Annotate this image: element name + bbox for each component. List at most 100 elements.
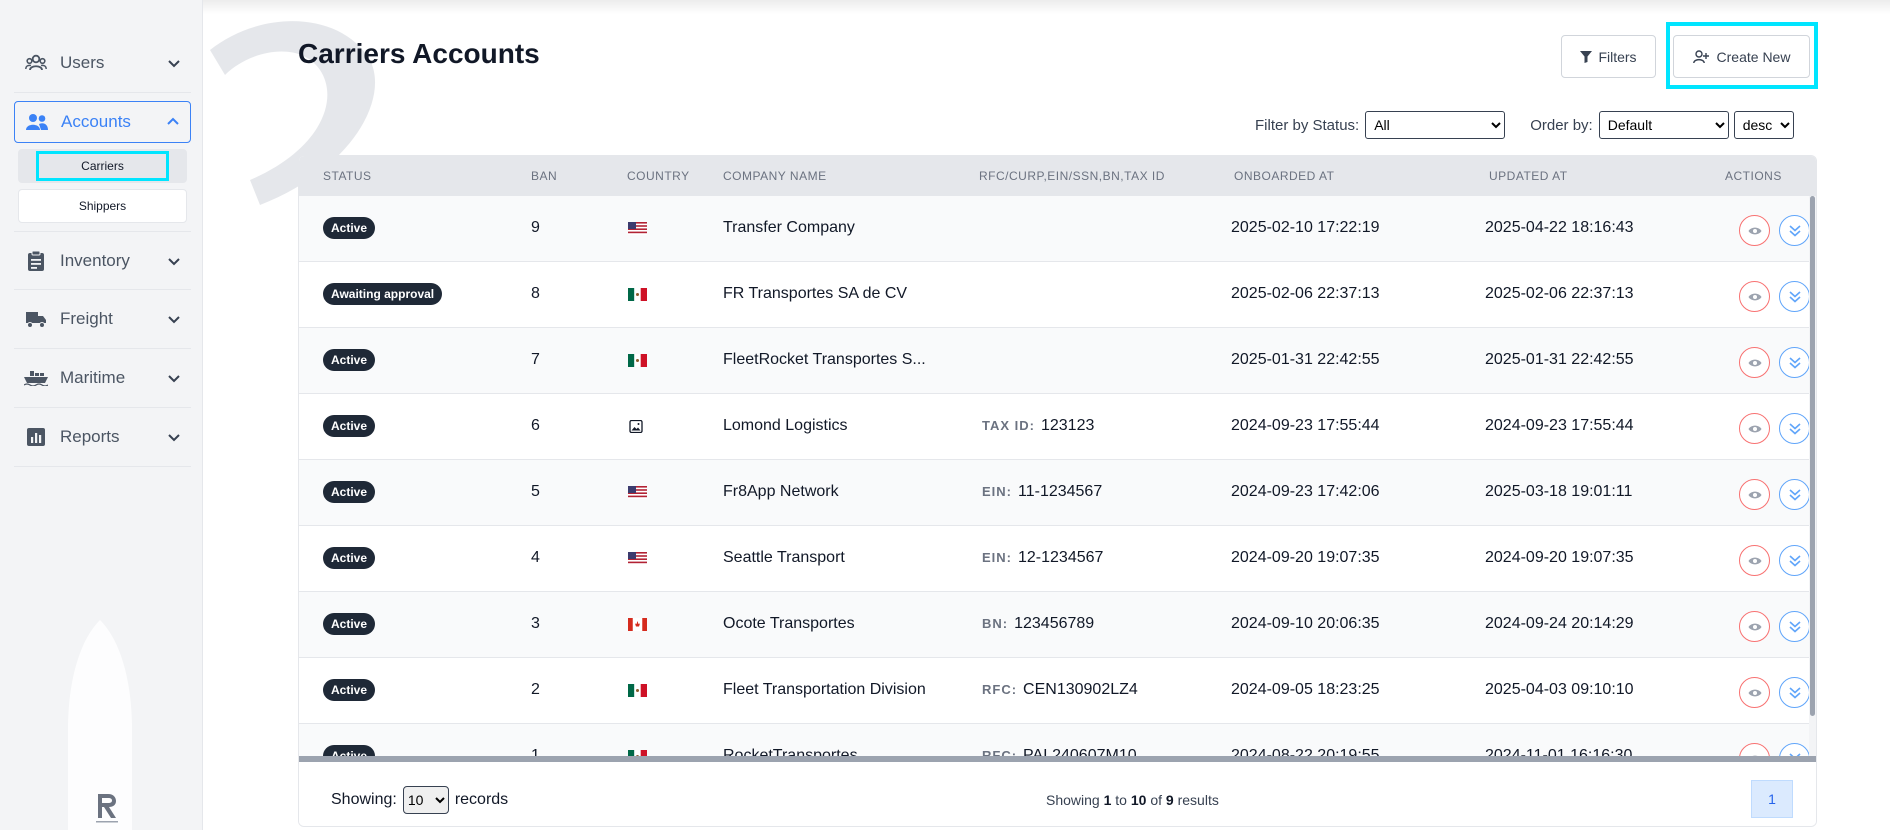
ban-cell: 2 bbox=[531, 681, 540, 698]
showing-label: Showing: bbox=[331, 791, 397, 808]
sidebar-subitem-carriers[interactable]: Carriers bbox=[18, 149, 187, 183]
chevron-down-icon bbox=[168, 434, 180, 442]
results-of-word: of bbox=[1150, 792, 1163, 808]
view-button[interactable] bbox=[1739, 677, 1770, 708]
view-button[interactable] bbox=[1739, 413, 1770, 444]
eye-icon bbox=[1748, 491, 1761, 498]
results-prefix: Showing bbox=[1046, 792, 1100, 808]
expand-button[interactable] bbox=[1779, 281, 1809, 312]
results-from: 1 bbox=[1103, 792, 1112, 808]
tax-id-cell bbox=[982, 351, 988, 369]
column-header-status[interactable]: STATUS bbox=[323, 169, 372, 183]
status-badge: Active bbox=[323, 217, 376, 239]
status-badge: Awaiting approval bbox=[323, 283, 443, 305]
view-button[interactable] bbox=[1739, 545, 1770, 576]
sidebar: Users Accounts Carriers Shippers Invento… bbox=[0, 0, 203, 830]
tax-id-value: PAL240607M10 bbox=[1023, 747, 1137, 756]
top-shadow bbox=[203, 0, 1890, 14]
tax-id-value: 12-1234567 bbox=[1018, 549, 1104, 566]
updated-at-cell: 2024-11-01 16:16:30 bbox=[1485, 747, 1633, 756]
onboarded-at-cell: 2024-09-23 17:42:06 bbox=[1231, 483, 1380, 500]
sidebar-item-maritime[interactable]: Maritime bbox=[14, 349, 191, 408]
column-header-onboarded-at[interactable]: ONBOARDED AT bbox=[1234, 169, 1334, 183]
expand-button[interactable] bbox=[1779, 413, 1809, 444]
column-header-ban[interactable]: BAN bbox=[531, 169, 557, 183]
status-badge: Active bbox=[323, 481, 376, 503]
pagination-page-1[interactable]: 1 bbox=[1751, 780, 1793, 818]
company-name-cell: FR Transportes SA de CV bbox=[723, 285, 908, 302]
filters-button[interactable]: Filters bbox=[1561, 35, 1656, 78]
column-header-country[interactable]: COUNTRY bbox=[627, 169, 690, 183]
tax-id-value: 11-1234567 bbox=[1018, 483, 1103, 500]
view-button[interactable] bbox=[1739, 743, 1770, 756]
onboarded-at-cell: 2024-09-20 19:07:35 bbox=[1231, 549, 1380, 566]
chevron-down-icon bbox=[168, 257, 180, 265]
sidebar-item-label: Freight bbox=[60, 309, 113, 328]
sidebar-item-reports[interactable]: Reports bbox=[14, 408, 191, 467]
chevrons-down-icon bbox=[1788, 488, 1801, 501]
ship-icon bbox=[24, 366, 48, 390]
ban-cell: 1 bbox=[531, 747, 540, 756]
sidebar-item-label: Maritime bbox=[60, 368, 126, 387]
create-new-button[interactable]: Create New bbox=[1673, 35, 1810, 78]
onboarded-at-cell: 2024-09-23 17:55:44 bbox=[1231, 417, 1380, 434]
view-button[interactable] bbox=[1739, 281, 1770, 312]
table-row: Active 7 FleetRocket Transportes S... 20… bbox=[299, 328, 1809, 394]
order-by-select[interactable]: Default bbox=[1598, 111, 1729, 139]
page-size-select[interactable]: 10 bbox=[402, 786, 449, 814]
view-button[interactable] bbox=[1739, 479, 1770, 510]
company-name-cell: Ocote Transportes bbox=[723, 615, 855, 632]
onboarded-at-cell: 2024-09-05 18:23:25 bbox=[1231, 681, 1380, 698]
sidebar-item-label: Users bbox=[60, 53, 105, 72]
view-button[interactable] bbox=[1739, 215, 1770, 246]
column-header-company-name[interactable]: COMPANY NAME bbox=[723, 169, 827, 183]
sidebar-item-freight[interactable]: Freight bbox=[14, 290, 191, 349]
sidebar-item-label: Reports bbox=[60, 427, 120, 446]
ban-cell: 8 bbox=[531, 285, 540, 302]
filter-icon bbox=[1580, 50, 1593, 63]
flag-image-icon bbox=[629, 420, 643, 433]
results-to-word: to bbox=[1115, 792, 1127, 808]
updated-at-cell: 2025-02-06 22:37:13 bbox=[1485, 285, 1634, 302]
order-direction-select[interactable]: desc bbox=[1733, 111, 1794, 139]
tax-id-label: TAX ID: bbox=[982, 418, 1035, 433]
tax-id-label: EIN: bbox=[982, 484, 1012, 499]
sidebar-item-label: Inventory bbox=[60, 250, 130, 270]
scrollbar-thumb[interactable] bbox=[1810, 196, 1815, 716]
updated-at-cell: 2024-09-20 19:07:35 bbox=[1485, 549, 1634, 566]
flag-mx-icon bbox=[628, 684, 647, 697]
onboarded-at-cell: 2025-01-31 22:42:55 bbox=[1231, 351, 1380, 368]
table-row: Active 6 Lomond Logistics TAX ID: 123123 … bbox=[299, 394, 1809, 460]
view-button[interactable] bbox=[1739, 611, 1770, 642]
updated-at-cell: 2025-04-03 09:10:10 bbox=[1485, 681, 1634, 698]
expand-button[interactable] bbox=[1779, 743, 1809, 756]
flag-us-icon bbox=[628, 486, 647, 499]
clipboard-icon bbox=[24, 249, 48, 273]
expand-button[interactable] bbox=[1779, 347, 1809, 378]
view-button[interactable] bbox=[1739, 347, 1770, 378]
sidebar-subitem-shippers[interactable]: Shippers bbox=[18, 189, 187, 223]
sidebar-item-inventory[interactable]: Inventory bbox=[14, 231, 191, 290]
column-header-updated-at[interactable]: UPDATED AT bbox=[1489, 169, 1568, 183]
users-icon bbox=[24, 51, 48, 75]
table-row: Active 5 Fr8App Network EIN: 11-1234567 2… bbox=[299, 460, 1809, 526]
column-header-tax-id[interactable]: RFC/CURP,EIN/SSN,BN,TAX ID bbox=[979, 169, 1165, 183]
expand-button[interactable] bbox=[1779, 677, 1809, 708]
sidebar-nav: Users Accounts Carriers Shippers Invento… bbox=[14, 34, 191, 467]
sidebar-item-users[interactable]: Users bbox=[14, 34, 191, 93]
status-badge: Active bbox=[323, 745, 376, 756]
sidebar-item-accounts[interactable]: Accounts bbox=[14, 101, 191, 143]
flag-us-icon bbox=[628, 552, 647, 565]
company-name-cell: FleetRocket Transportes S... bbox=[723, 351, 926, 368]
company-name-cell: Fr8App Network bbox=[723, 483, 839, 500]
updated-at-cell: 2025-03-18 19:01:11 bbox=[1485, 483, 1633, 500]
expand-button[interactable] bbox=[1779, 545, 1809, 576]
table-vertical-scrollbar[interactable] bbox=[1809, 196, 1816, 756]
expand-button[interactable] bbox=[1779, 215, 1809, 246]
eye-icon bbox=[1748, 623, 1761, 630]
filter-status-label: Filter by Status: bbox=[1255, 116, 1360, 134]
records-label: records bbox=[454, 791, 509, 808]
expand-button[interactable] bbox=[1779, 611, 1809, 642]
expand-button[interactable] bbox=[1779, 479, 1809, 510]
filter-status-select[interactable]: All bbox=[1365, 111, 1506, 139]
